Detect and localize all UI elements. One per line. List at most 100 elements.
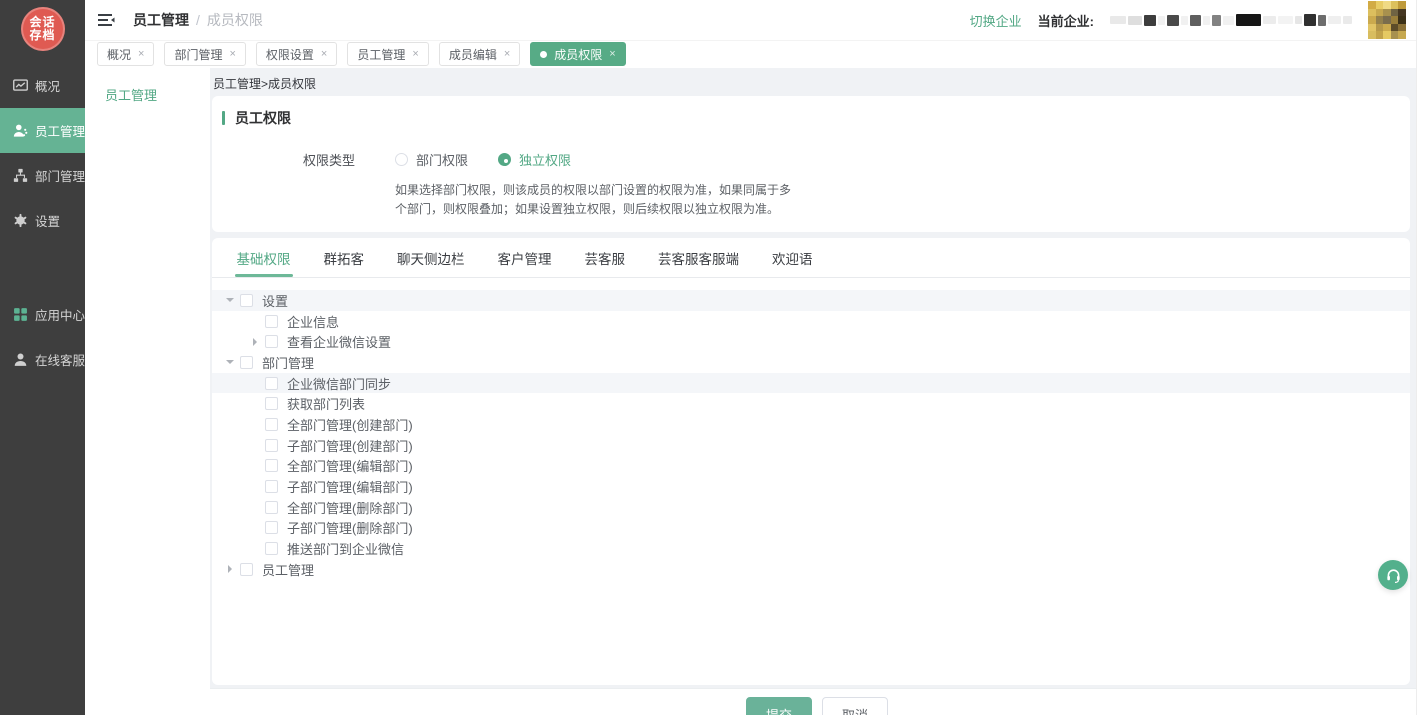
avatar-pixel [1383, 24, 1391, 32]
tree-row[interactable]: 设置 [212, 290, 1410, 311]
radio-option-独立权限[interactable]: 独立权限 [498, 150, 571, 169]
close-icon[interactable]: × [412, 49, 418, 60]
perm-tab-群拓客[interactable]: 群拓客 [324, 238, 365, 277]
permission-type-row: 权限类型 部门权限独立权限 [212, 150, 1410, 169]
avatar-pixel [1368, 1, 1376, 9]
perm-tab-芸客服[interactable]: 芸客服 [585, 238, 626, 277]
checkbox[interactable] [265, 377, 278, 390]
permission-type-card: 员工权限 权限类型 部门权限独立权限 如果选择部门权限，则该成员的权限以部门设置… [212, 96, 1410, 232]
radio-unselected-icon[interactable] [395, 153, 408, 166]
sidebar-item-在线客服[interactable]: 在线客服 [0, 337, 85, 382]
perm-tab-欢迎语[interactable]: 欢迎语 [772, 238, 813, 277]
avatar-pixel [1376, 9, 1384, 17]
tree-row[interactable]: 子部门管理(创建部门) [212, 435, 1410, 456]
tree-row[interactable]: 全部门管理(删除部门) [212, 497, 1410, 518]
avatar-pixel [1376, 16, 1384, 24]
arrow-placeholder [251, 462, 259, 470]
tree-row[interactable]: 子部门管理(编辑部门) [212, 476, 1410, 497]
checkbox[interactable] [265, 315, 278, 328]
tab-权限设置[interactable]: 权限设置× [256, 42, 337, 66]
caret-down-icon[interactable] [226, 360, 234, 368]
sidebar-item-部门管理[interactable]: 部门管理 [0, 153, 85, 198]
staff-icon [13, 123, 28, 138]
close-icon[interactable]: × [321, 49, 327, 60]
close-icon[interactable]: × [504, 49, 510, 60]
perm-tab-聊天侧边栏[interactable]: 聊天侧边栏 [397, 238, 465, 277]
active-tab-dot [540, 51, 547, 58]
online-service-float-button[interactable] [1378, 560, 1408, 590]
tree-row[interactable]: 全部门管理(编辑部门) [212, 456, 1410, 477]
arrow-placeholder [251, 524, 259, 532]
logo-line2: 存档 [29, 29, 55, 42]
secondary-sidebar: 员工管理 [85, 68, 210, 715]
redaction-block [1328, 16, 1341, 24]
sidebar-item-员工管理[interactable]: 员工管理 [0, 108, 85, 153]
sidebar-item-label: 概况 [35, 76, 60, 95]
arrow-placeholder [251, 441, 259, 449]
avatar-pixel [1391, 9, 1399, 17]
permission-detail-card: 基础权限群拓客聊天侧边栏客户管理芸客服芸客服客服端欢迎语 设置企业信息查看企业微… [212, 238, 1410, 685]
avatar-pixel [1383, 1, 1391, 9]
arrow-placeholder [251, 379, 259, 387]
tree-node-label: 员工管理 [262, 560, 314, 579]
card-title-row: 员工权限 [212, 108, 1410, 128]
close-icon[interactable]: × [138, 49, 144, 60]
checkbox[interactable] [265, 459, 278, 472]
tree-row[interactable]: 子部门管理(删除部门) [212, 518, 1410, 539]
checkbox[interactable] [265, 501, 278, 514]
avatar-pixel [1383, 31, 1391, 39]
checkbox[interactable] [265, 542, 278, 555]
radio-option-部门权限[interactable]: 部门权限 [395, 150, 468, 169]
switch-company-link[interactable]: 切换企业 [970, 11, 1022, 30]
sidebar-item-label: 应用中心 [35, 305, 85, 324]
breadcrumb-parent[interactable]: 员工管理 [133, 10, 189, 30]
cancel-button[interactable]: 取消 [822, 697, 888, 715]
tab-成员编辑[interactable]: 成员编辑× [439, 42, 520, 66]
close-icon[interactable]: × [229, 49, 235, 60]
perm-tab-客户管理[interactable]: 客户管理 [498, 238, 552, 277]
caret-right-icon[interactable] [228, 565, 236, 573]
checkbox[interactable] [265, 418, 278, 431]
tab-部门管理[interactable]: 部门管理 × [164, 42, 245, 66]
collapse-menu-icon[interactable] [98, 13, 115, 27]
radio-selected-icon[interactable] [498, 153, 511, 166]
sidebar-item-staff-management[interactable]: 员工管理 [85, 68, 210, 104]
scrollbar-track[interactable] [1416, 0, 1424, 715]
submit-button[interactable]: 提交 [746, 697, 812, 715]
tree-row[interactable]: 部门管理 [212, 352, 1410, 373]
tree-row[interactable]: 员工管理 [212, 559, 1410, 580]
permission-tabs: 基础权限群拓客聊天侧边栏客户管理芸客服芸客服客服端欢迎语 [212, 238, 1410, 278]
breadcrumb: 员工管理 / 成员权限 [133, 10, 263, 30]
tab-label: 概况 [107, 46, 131, 63]
checkbox[interactable] [240, 294, 253, 307]
redacted-company-name [1110, 1, 1352, 39]
tab-成员权限[interactable]: 成员权限× [530, 42, 625, 66]
sidebar-item-概况[interactable]: 概况 [0, 63, 85, 108]
perm-tab-基础权限[interactable]: 基础权限 [237, 238, 291, 277]
caret-right-icon[interactable] [253, 338, 261, 346]
perm-tab-芸客服客服端[interactable]: 芸客服客服端 [658, 238, 739, 277]
tree-row[interactable]: 查看企业微信设置 [212, 331, 1410, 352]
settings-icon [13, 213, 28, 228]
tree-row[interactable]: 获取部门列表 [212, 393, 1410, 414]
tab-员工管理[interactable]: 员工管理× [347, 42, 428, 66]
tab-概况[interactable]: 概况 × [97, 42, 154, 66]
sidebar-item-应用中心[interactable]: 应用中心 [0, 292, 85, 337]
tree-row[interactable]: 企业信息 [212, 311, 1410, 332]
sidebar-item-设置[interactable]: 设置 [0, 198, 85, 243]
close-icon[interactable]: × [609, 49, 615, 60]
checkbox[interactable] [265, 439, 278, 452]
caret-down-icon[interactable] [226, 298, 234, 306]
tree-node-label: 子部门管理(删除部门) [287, 518, 413, 537]
checkbox[interactable] [240, 356, 253, 369]
checkbox[interactable] [265, 480, 278, 493]
tab-label: 部门管理 [174, 46, 222, 63]
checkbox[interactable] [265, 335, 278, 348]
tree-row[interactable]: 推送部门到企业微信 [212, 538, 1410, 559]
tree-row[interactable]: 全部门管理(创建部门) [212, 414, 1410, 435]
checkbox[interactable] [240, 563, 253, 576]
avatar[interactable] [1368, 1, 1406, 39]
checkbox[interactable] [265, 397, 278, 410]
checkbox[interactable] [265, 521, 278, 534]
tree-row[interactable]: 企业微信部门同步 [212, 373, 1410, 394]
